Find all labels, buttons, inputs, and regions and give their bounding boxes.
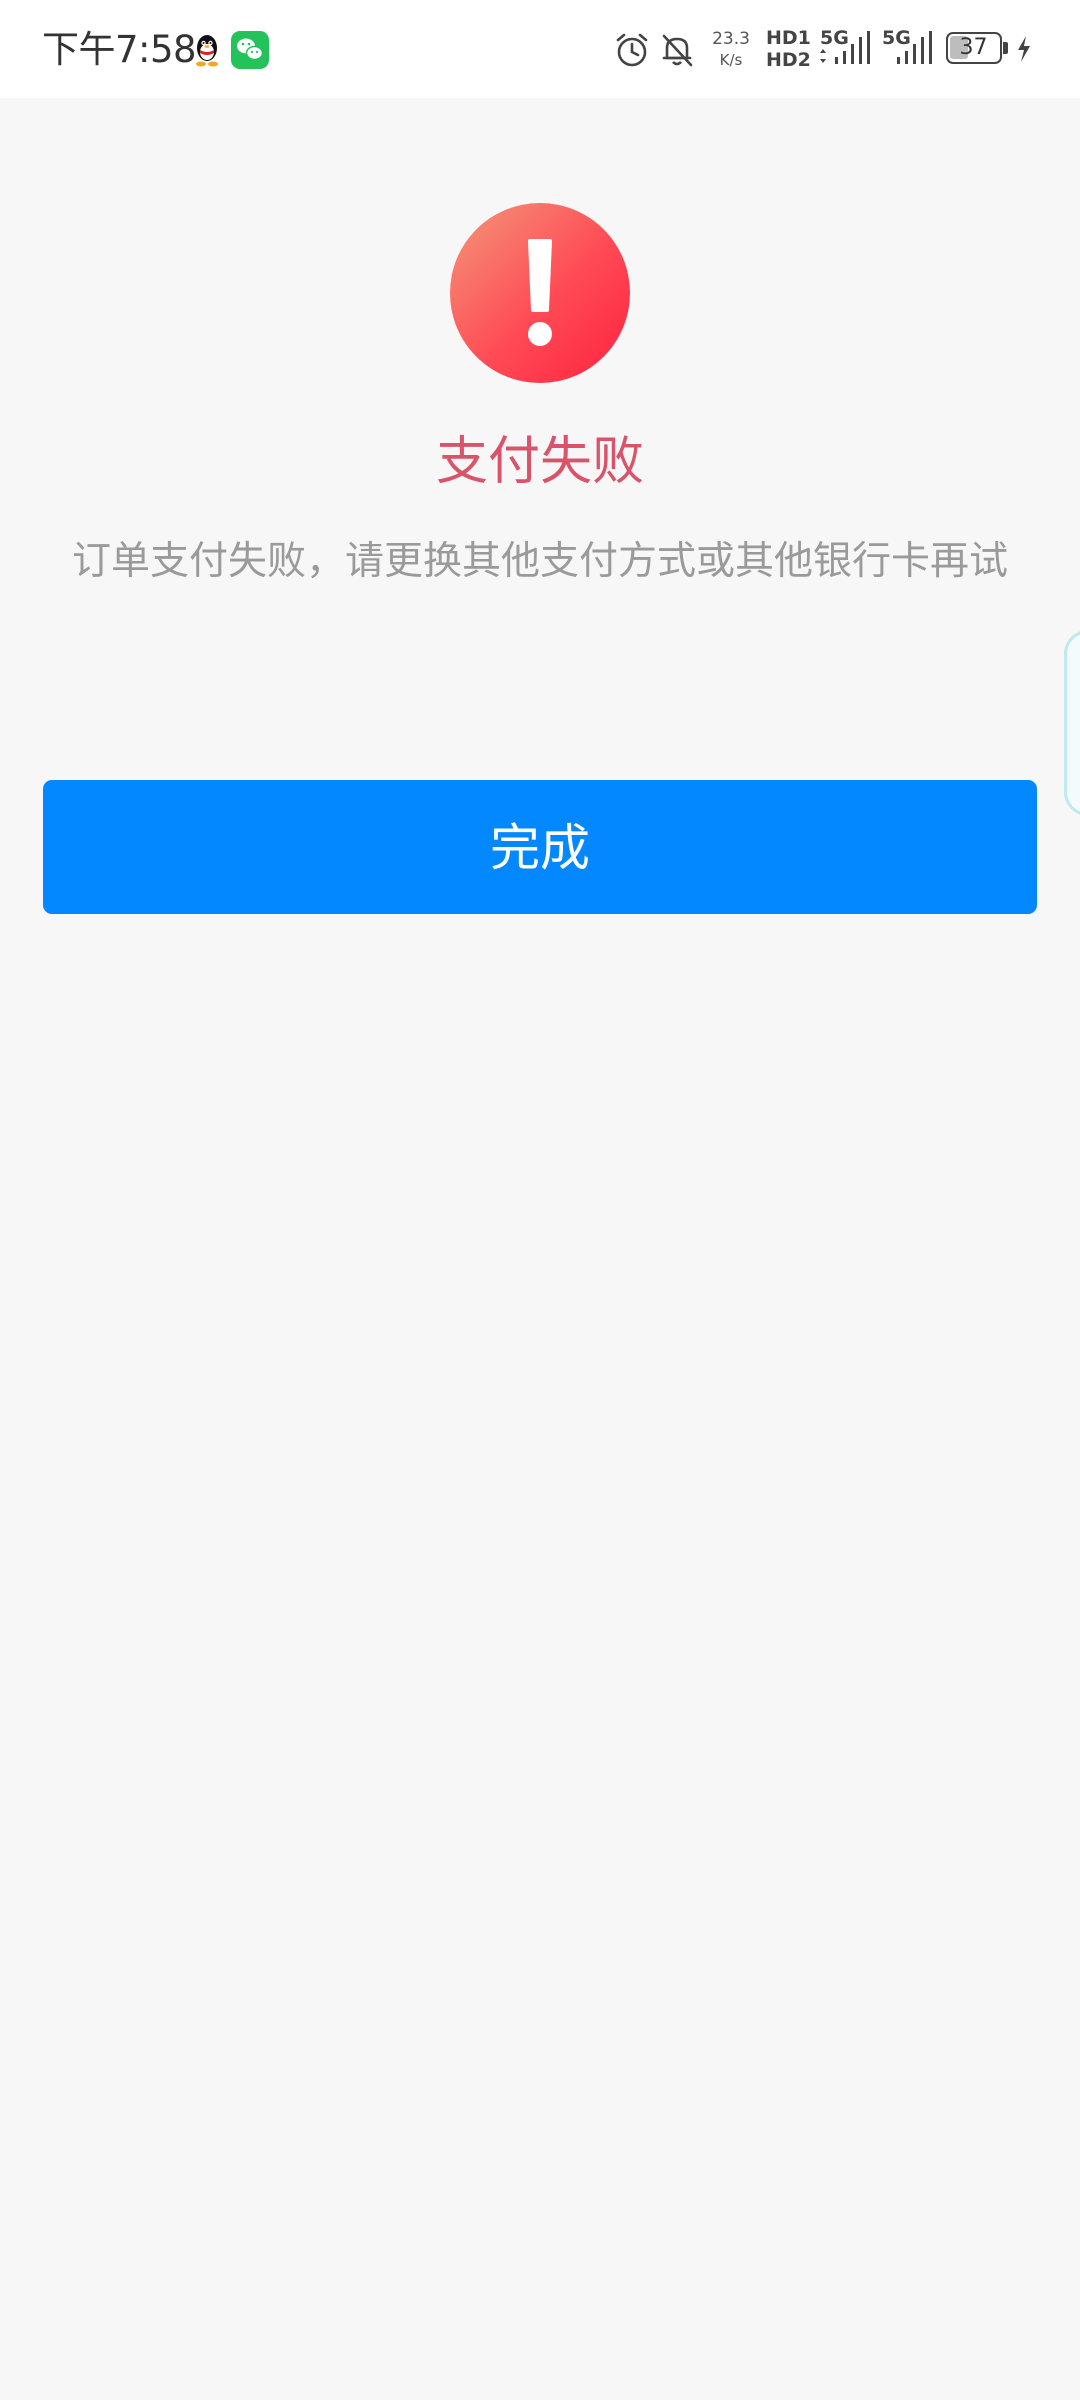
battery-icon: 37 — [946, 32, 1002, 64]
alarm-icon — [616, 33, 648, 67]
network-speed-unit: K/s — [719, 51, 743, 69]
signal-sim1-icon — [835, 31, 870, 64]
done-button[interactable]: 完成 — [43, 780, 1037, 914]
charging-icon — [1018, 36, 1030, 62]
data-arrows-icon — [820, 49, 826, 63]
hd2-badge: HD2 — [766, 49, 811, 71]
battery-tip — [1003, 42, 1008, 54]
signal-sim2-icon — [897, 31, 932, 64]
floating-side-handle[interactable] — [1064, 630, 1080, 816]
qq-icon — [196, 35, 218, 67]
hd1-badge: HD1 — [766, 27, 811, 49]
exclamation-icon — [450, 203, 630, 383]
network-speed-value: 23.3 — [712, 29, 750, 49]
result-message: 订单支付失败，请更换其他支付方式或其他银行卡再试 — [71, 539, 1008, 584]
bell-muted-icon — [662, 34, 693, 67]
battery-level: 37 — [959, 35, 988, 60]
status-time: 下午7:58 — [42, 28, 197, 71]
wechat-icon — [231, 31, 269, 69]
result-title: 支付失败 — [435, 432, 644, 492]
status-bar: 下午7:58 23.3 K/s HD1 HD2 5G 5G 37 — [0, 0, 1080, 98]
